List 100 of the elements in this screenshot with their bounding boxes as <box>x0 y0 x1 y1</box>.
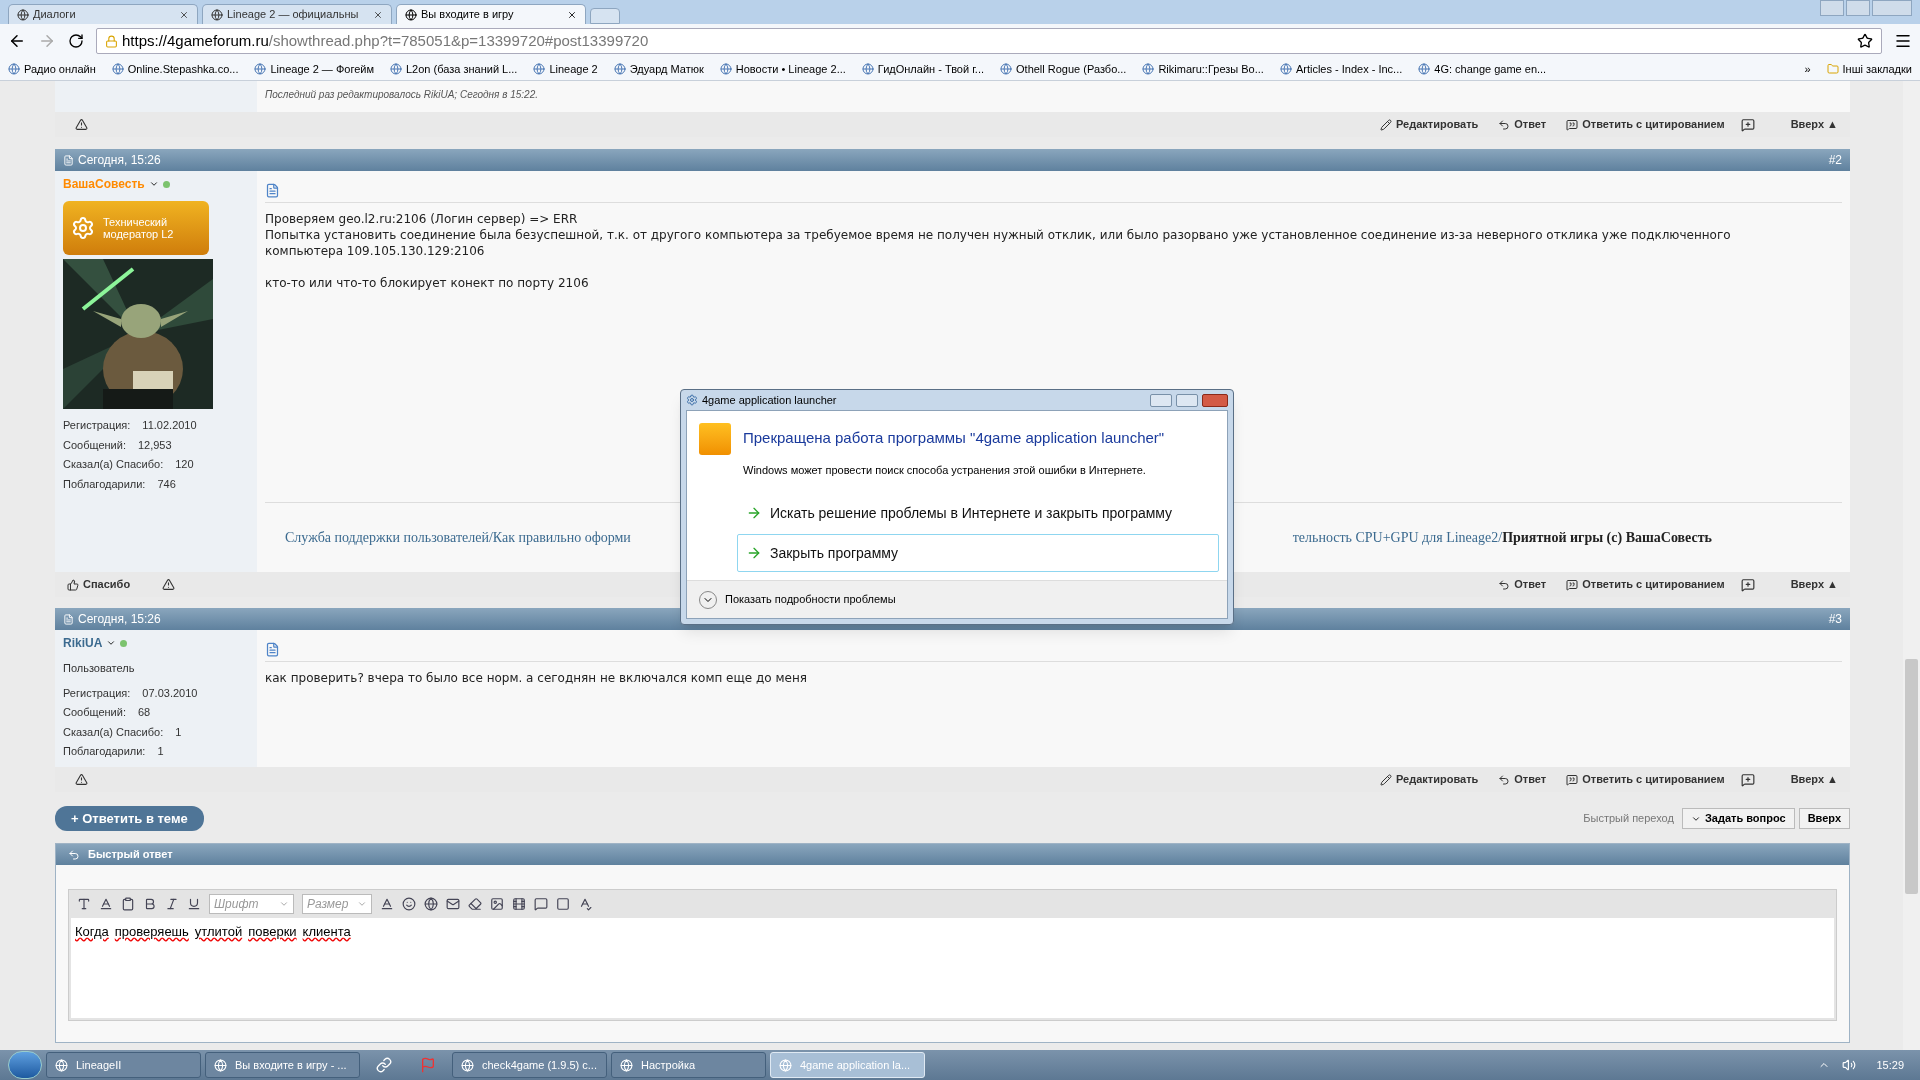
toolbar-icon[interactable] <box>578 897 592 911</box>
taskbar-item[interactable]: check4game (1.9.5) c... <box>452 1052 607 1078</box>
post-action-link[interactable]: Вверх ▲ <box>1790 771 1838 788</box>
reply-thread-button[interactable]: + Ответить в теме <box>55 806 204 831</box>
scrollbar[interactable] <box>1903 81 1920 1050</box>
browser-tab[interactable]: Lineage 2 — официальны <box>202 4 392 24</box>
thumbs-up-icon <box>67 578 79 591</box>
report-icon[interactable] <box>162 578 176 591</box>
format-icon[interactable] <box>99 897 113 911</box>
toolbar-icon[interactable] <box>534 897 548 911</box>
signature-link[interactable]: тельность CPU+GPU для Lineage2/ <box>1292 527 1503 548</box>
signature-text: Приятной игры (с) ВашаСовесть <box>1502 529 1712 547</box>
bookmark-item[interactable]: Articles - Index - Inc... <box>1279 60 1403 78</box>
taskbar-item[interactable]: Настройка <box>611 1052 766 1078</box>
close-button[interactable] <box>1202 393 1228 407</box>
report-icon[interactable] <box>75 773 88 786</box>
post-action-link[interactable]: Редактировать <box>1380 116 1479 133</box>
post-action-link[interactable]: Ответить с цитированием <box>1566 576 1725 593</box>
globe-icon <box>613 63 626 75</box>
clock[interactable]: 15:29 <box>1876 1056 1904 1074</box>
author-name[interactable]: RikiUA <box>63 634 103 652</box>
nav-button[interactable]: Вверх <box>1798 808 1850 829</box>
page-icon <box>63 154 74 166</box>
reply-editor[interactable]: Когда проверяешь утлитой поверки клиента <box>71 918 1834 1018</box>
bookmark-item[interactable]: Lineage 2 — Фогейм <box>254 60 374 78</box>
toolbar-icon[interactable] <box>446 897 460 911</box>
dialog-option[interactable]: Искать решение проблемы в Интернете и закрыть программу <box>737 494 1219 532</box>
details-toggle[interactable]: Показать подробности проблемы <box>725 591 896 608</box>
bookmark-item[interactable]: Lineage 2 <box>533 60 598 78</box>
format-icon[interactable] <box>77 897 91 911</box>
stat-value: 68 <box>137 705 151 720</box>
folder-icon <box>1826 63 1839 75</box>
multiquote-icon[interactable] <box>1740 117 1755 132</box>
other-bookmarks[interactable]: Інші закладки <box>1826 60 1912 78</box>
star-icon[interactable] <box>1857 33 1873 49</box>
post-action-link[interactable]: Вверх ▲ <box>1790 576 1838 593</box>
menu-icon[interactable] <box>1894 32 1912 50</box>
close-icon[interactable] <box>179 9 189 20</box>
format-icon[interactable] <box>187 897 201 911</box>
minimize-button[interactable] <box>1150 393 1172 407</box>
bookmark-item[interactable]: Othell Rogue (Разбо... <box>1000 60 1127 78</box>
taskbar-item[interactable]: Вы входите в игру - ... <box>205 1052 360 1078</box>
multiquote-icon[interactable] <box>1740 577 1755 592</box>
bookmark-item[interactable]: 4G: change game en... <box>1418 60 1547 78</box>
bookmark-item[interactable]: Эдуард Матюк <box>613 60 704 78</box>
bookmarks-overflow[interactable]: » <box>1804 60 1811 78</box>
globe-icon <box>1418 63 1431 75</box>
close-icon[interactable] <box>373 9 383 20</box>
caret-icon[interactable] <box>148 179 159 189</box>
toolbar-icon[interactable] <box>402 897 416 911</box>
quote-icon <box>1566 773 1579 786</box>
reload-icon[interactable] <box>68 33 84 49</box>
report-icon[interactable] <box>75 118 88 131</box>
back-icon[interactable] <box>8 32 26 50</box>
address-bar[interactable]: https://4gameforum.ru/showthread.php?t=785051&p=13399720#post13399720 <box>96 28 1882 54</box>
bookmark-item[interactable]: Новости • Lineage 2... <box>719 60 846 78</box>
post-action-link[interactable]: Ответ <box>1498 771 1547 788</box>
toolbar-icon[interactable] <box>380 897 394 911</box>
toolbar-icon[interactable] <box>490 897 504 911</box>
browser-tab[interactable]: Вы входите в игру <box>396 4 586 24</box>
post-action-link[interactable]: Ответ <box>1498 116 1547 133</box>
bookmark-item[interactable]: Online.Stepashka.co... <box>111 60 239 78</box>
bookmark-item[interactable]: Rikimaru::Грезы Во... <box>1142 60 1264 78</box>
quote-icon <box>1566 578 1579 591</box>
taskbar-item[interactable]: LineageII <box>46 1052 201 1078</box>
close-icon[interactable] <box>567 9 577 20</box>
app-icon <box>686 394 698 406</box>
caret-icon[interactable] <box>106 638 117 648</box>
bookmark-item[interactable]: L2on (база знаний L... <box>390 60 518 78</box>
bookmark-item[interactable]: ГидОнлайн - Твой г... <box>861 60 984 78</box>
toolbar-icon[interactable] <box>424 897 438 911</box>
format-icon[interactable] <box>143 897 157 911</box>
pencil-icon <box>1380 773 1393 786</box>
thanks-button[interactable]: Спасибо <box>67 576 131 593</box>
toolbar-icon[interactable] <box>556 897 570 911</box>
page-icon <box>63 613 74 625</box>
globe-icon <box>111 63 124 75</box>
maximize-button[interactable] <box>1176 393 1198 407</box>
volume-icon[interactable] <box>1842 1058 1857 1072</box>
post-action-link[interactable]: Ответить с цитированием <box>1566 771 1725 788</box>
toolbar-icon[interactable] <box>468 897 482 911</box>
format-icon[interactable] <box>121 897 135 911</box>
post-action-link[interactable]: Редактировать <box>1380 771 1479 788</box>
signature-link[interactable]: Служба поддержки пользователей/Как правильно оформи <box>285 527 631 548</box>
format-icon[interactable] <box>165 897 179 911</box>
taskbar-app-icon[interactable] <box>376 1057 392 1073</box>
post-action-link[interactable]: Ответить с цитированием <box>1566 116 1725 133</box>
post-action-link[interactable]: Вверх ▲ <box>1790 116 1838 133</box>
dialog-option[interactable]: Закрыть программу <box>737 534 1219 572</box>
quote-icon <box>1566 118 1579 131</box>
multiquote-icon[interactable] <box>1740 772 1755 787</box>
nav-button[interactable]: Задать вопрос <box>1681 808 1795 829</box>
stat-label: Сказал(а) Спасибо: <box>63 724 164 740</box>
post-action-link[interactable]: Ответ <box>1498 576 1547 593</box>
globe-icon <box>254 63 267 75</box>
bookmark-item[interactable]: Радио онлайн <box>8 60 96 78</box>
browser-tab[interactable]: Диалоги <box>8 4 198 24</box>
stat-value: 120 <box>175 457 194 472</box>
start-button[interactable] <box>8 1051 42 1079</box>
toolbar-icon[interactable] <box>512 897 526 911</box>
